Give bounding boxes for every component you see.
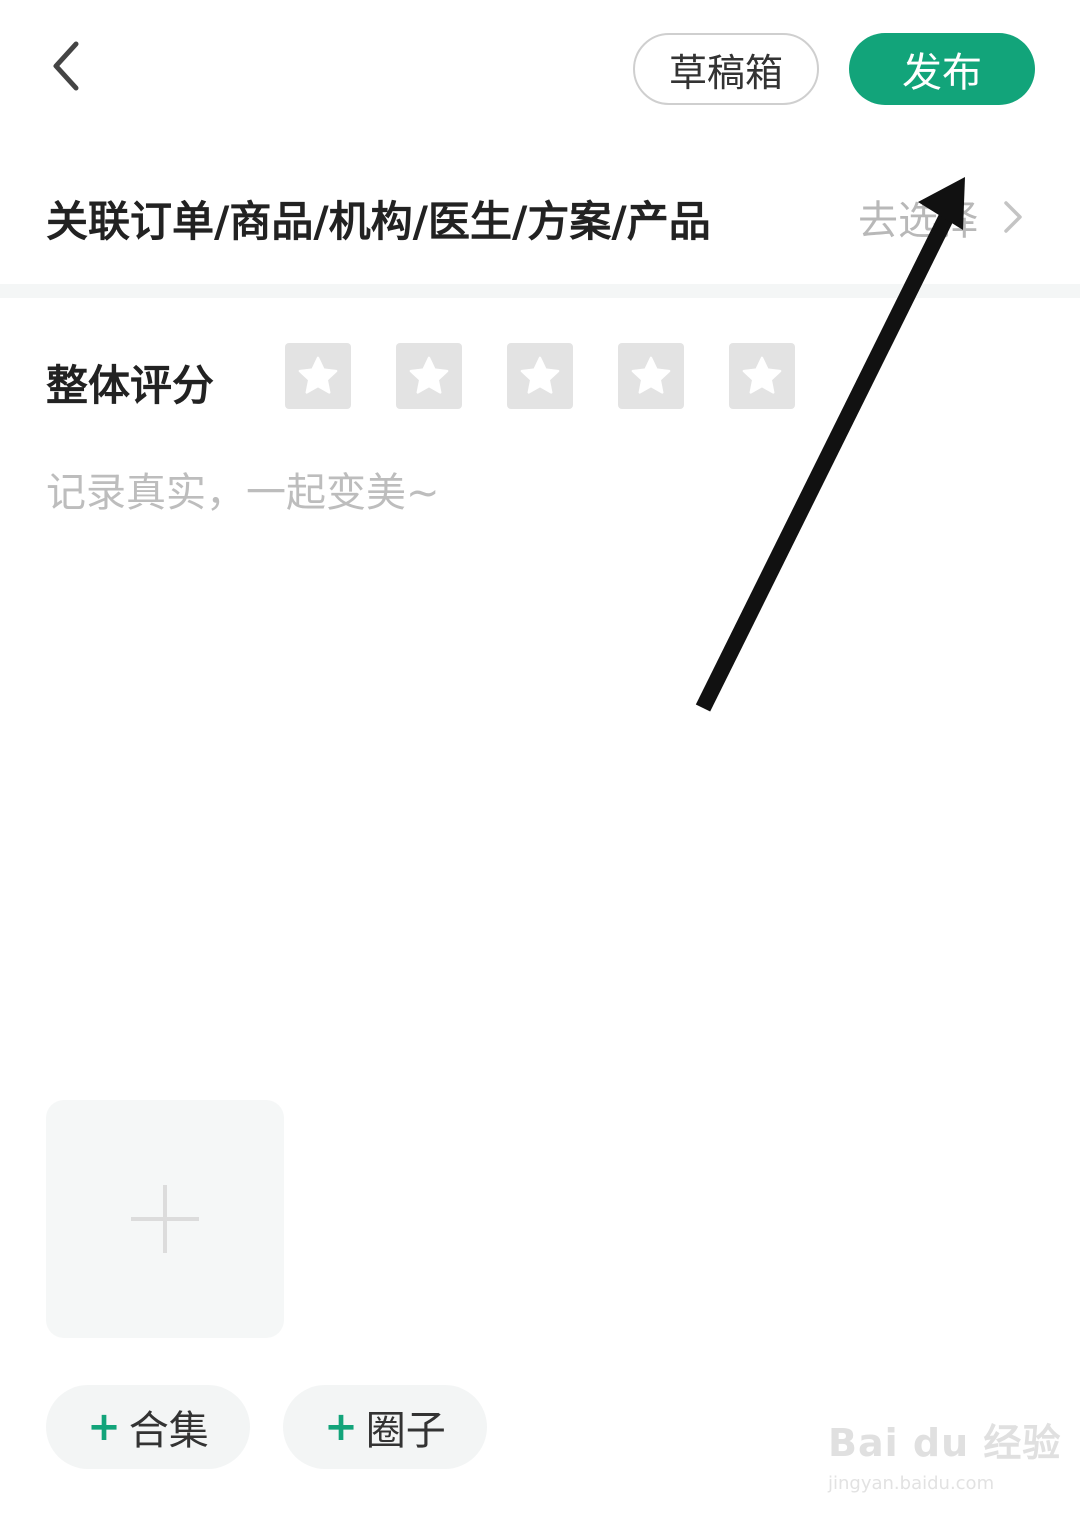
plus-icon: + bbox=[324, 1404, 358, 1450]
star-4[interactable] bbox=[618, 343, 684, 409]
star-icon bbox=[742, 356, 782, 394]
chevron-left-icon bbox=[53, 41, 79, 91]
chevron-right-icon bbox=[1004, 201, 1022, 233]
back-button[interactable] bbox=[40, 36, 100, 100]
choose-link-label: 去选择 bbox=[858, 198, 978, 244]
star-rating[interactable] bbox=[285, 343, 795, 409]
add-media-button[interactable] bbox=[46, 1100, 284, 1338]
draft-box-button[interactable]: 草稿箱 bbox=[633, 33, 819, 105]
watermark-url: jingyan.baidu.com bbox=[828, 1473, 995, 1494]
star-icon bbox=[298, 356, 338, 394]
collection-label: 合集 bbox=[128, 1408, 209, 1454]
overall-rating-label: 整体评分 bbox=[46, 361, 215, 410]
plus-icon: + bbox=[87, 1404, 121, 1450]
baidu-jingyan-watermark: Bai du 经验 jingyan.baidu.com bbox=[828, 1412, 1062, 1512]
circle-label: 圈子 bbox=[365, 1408, 446, 1454]
star-2[interactable] bbox=[396, 343, 462, 409]
link-related-title: 关联订单/商品/机构/医生/方案/产品 bbox=[46, 197, 711, 246]
add-collection-chip[interactable]: + 合集 bbox=[46, 1385, 250, 1469]
star-5[interactable] bbox=[729, 343, 795, 409]
star-icon bbox=[631, 356, 671, 394]
star-icon bbox=[409, 356, 449, 394]
publish-button[interactable]: 发布 bbox=[849, 33, 1035, 105]
star-3[interactable] bbox=[507, 343, 573, 409]
watermark-logo: Bai du 经验 bbox=[828, 1421, 1062, 1465]
section-divider bbox=[0, 284, 1080, 298]
link-related-row[interactable]: 关联订单/商品/机构/医生/方案/产品 去选择 bbox=[0, 150, 1080, 280]
choose-link-button[interactable]: 去选择 bbox=[858, 188, 1026, 246]
star-icon bbox=[520, 356, 560, 394]
review-content-input[interactable] bbox=[46, 460, 1036, 1060]
plus-icon bbox=[131, 1185, 199, 1253]
star-1[interactable] bbox=[285, 343, 351, 409]
add-circle-chip[interactable]: + 圈子 bbox=[283, 1385, 487, 1469]
